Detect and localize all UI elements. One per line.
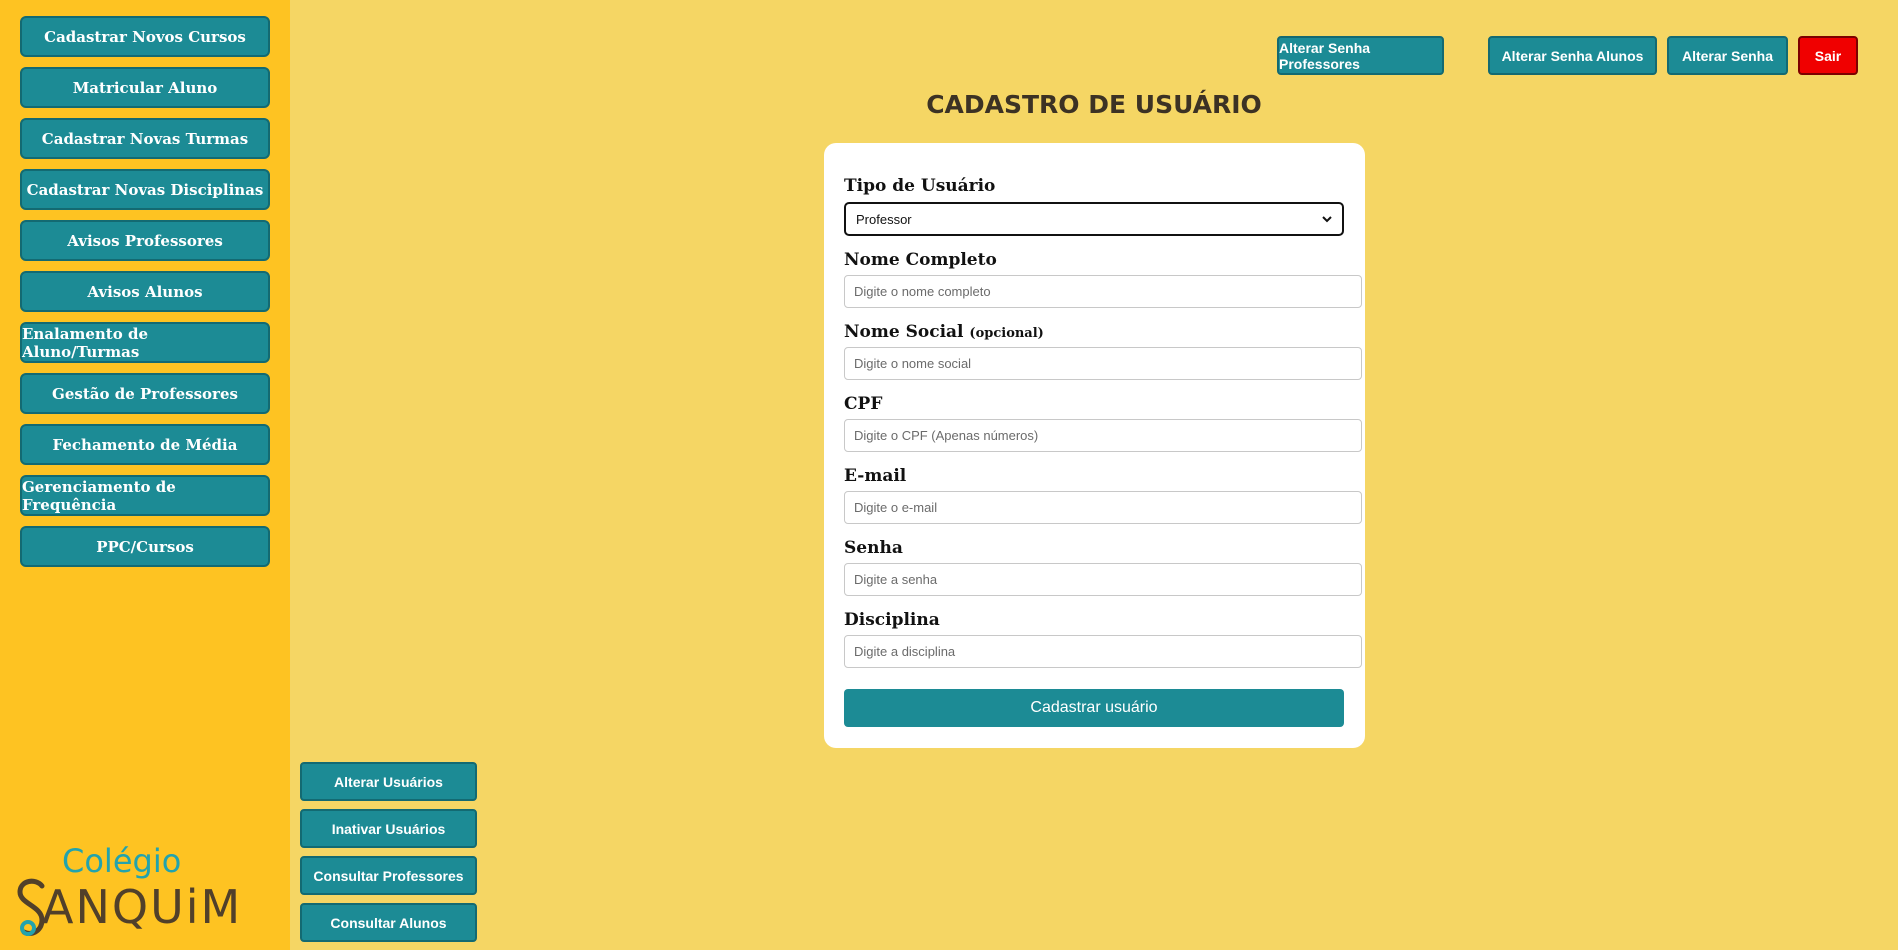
cadastrar-usuario-button[interactable]: Cadastrar usuário <box>844 689 1344 727</box>
social-name-label-text: Nome Social <box>844 322 964 342</box>
cpf-input[interactable] <box>844 419 1362 452</box>
sidebar-item-cadastrar-turmas[interactable]: Cadastrar Novas Turmas <box>20 118 270 159</box>
user-type-select[interactable]: Professor <box>844 202 1344 236</box>
logo-text-bottom: ANQUiM <box>42 880 243 934</box>
alterar-senha-professores-button[interactable]: Alterar Senha Professores <box>1277 36 1444 75</box>
alterar-senha-alunos-button[interactable]: Alterar Senha Alunos <box>1488 36 1657 75</box>
consultar-professores-button[interactable]: Consultar Professores <box>300 856 477 895</box>
consultar-alunos-button[interactable]: Consultar Alunos <box>300 903 477 942</box>
user-type-label: Tipo de Usuário <box>844 176 996 196</box>
sidebar-item-gestao-professores[interactable]: Gestão de Professores <box>20 373 270 414</box>
sidebar-item-fechamento-media[interactable]: Fechamento de Média <box>20 424 270 465</box>
full-name-label: Nome Completo <box>844 250 997 270</box>
sidebar-item-frequencia[interactable]: Gerenciamento de Frequência <box>20 475 270 516</box>
password-input[interactable] <box>844 563 1362 596</box>
social-name-label: Nome Social (opcional) <box>844 322 1044 342</box>
optional-tag: (opcional) <box>969 326 1044 341</box>
sidebar-item-avisos-professores[interactable]: Avisos Professores <box>20 220 270 261</box>
email-input[interactable] <box>844 491 1362 524</box>
discipline-label: Disciplina <box>844 610 940 630</box>
user-form-card: Tipo de Usuário Professor Nome Completo … <box>824 143 1365 748</box>
sidebar: Cadastrar Novos Cursos Matricular Aluno … <box>0 0 290 950</box>
social-name-input[interactable] <box>844 347 1362 380</box>
cpf-label: CPF <box>844 394 883 414</box>
logo-text-top: Colégio <box>62 842 182 880</box>
alterar-usuarios-button[interactable]: Alterar Usuários <box>300 762 477 801</box>
logo: Colégio ANQUiM <box>14 842 244 938</box>
sidebar-item-matricular-aluno[interactable]: Matricular Aluno <box>20 67 270 108</box>
page-title: CADASTRO DE USUÁRIO <box>926 90 1262 119</box>
sidebar-item-ppc-cursos[interactable]: PPC/Cursos <box>20 526 270 567</box>
alterar-senha-button[interactable]: Alterar Senha <box>1667 36 1788 75</box>
user-type-value: Professor <box>856 211 912 227</box>
chevron-down-icon <box>1322 215 1332 222</box>
sidebar-item-enturmamento[interactable]: Enalamento de Aluno/Turmas <box>20 322 270 363</box>
discipline-input[interactable] <box>844 635 1362 668</box>
email-label: E-mail <box>844 466 907 486</box>
sidebar-item-cadastrar-cursos[interactable]: Cadastrar Novos Cursos <box>20 16 270 57</box>
full-name-input[interactable] <box>844 275 1362 308</box>
inativar-usuarios-button[interactable]: Inativar Usuários <box>300 809 477 848</box>
sair-button[interactable]: Sair <box>1798 36 1858 75</box>
sidebar-item-cadastrar-disciplinas[interactable]: Cadastrar Novas Disciplinas <box>20 169 270 210</box>
password-label: Senha <box>844 538 903 558</box>
sidebar-item-avisos-alunos[interactable]: Avisos Alunos <box>20 271 270 312</box>
